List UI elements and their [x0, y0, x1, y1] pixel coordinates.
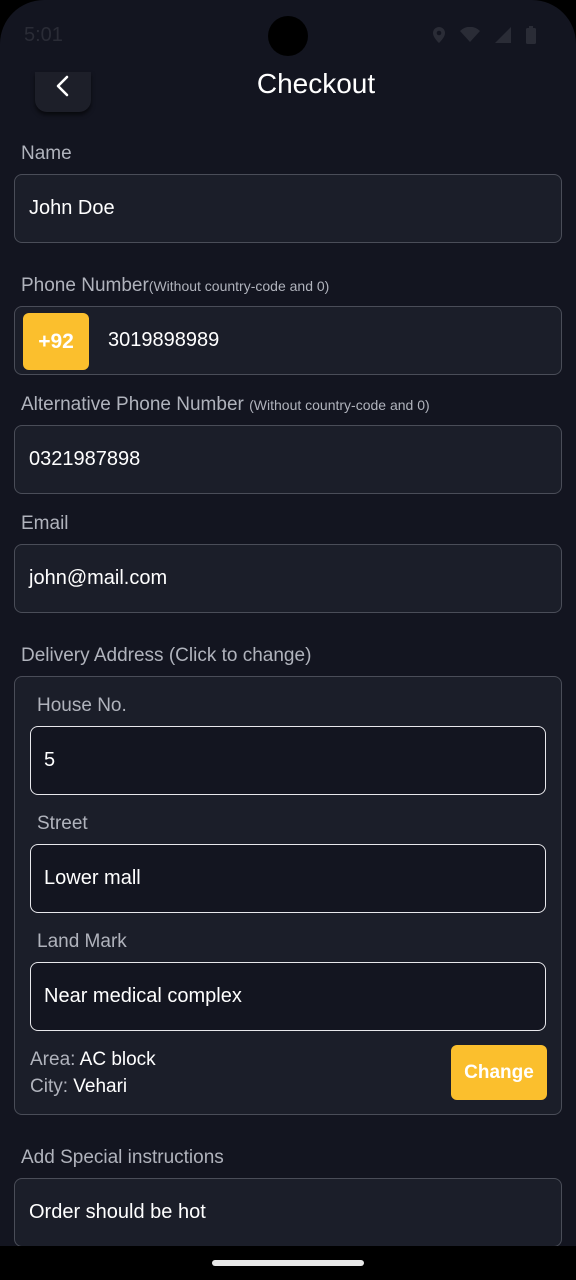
wifi-icon — [460, 27, 480, 42]
alt-phone-value: 0321987898 — [29, 448, 141, 470]
street-value: Lower mall — [44, 867, 141, 889]
instructions-label: Add Special instructions — [21, 1147, 224, 1168]
instructions-value: Order should be hot — [29, 1201, 206, 1223]
battery-icon — [526, 26, 536, 44]
alt-phone-field[interactable]: 0321987898 — [14, 425, 562, 494]
landmark-field[interactable]: Near medical complex — [30, 962, 546, 1031]
area-value: AC block — [79, 1049, 156, 1070]
status-icons — [432, 26, 536, 44]
city-info: City: Vehari — [30, 1076, 127, 1098]
signal-icon — [495, 27, 511, 43]
street-field[interactable]: Lower mall — [30, 844, 546, 913]
landmark-value: Near medical complex — [44, 985, 242, 1007]
delivery-address-label: Delivery Address (Click to change) — [21, 645, 312, 666]
email-value: john@mail.com — [29, 567, 168, 589]
phone-value: 3019898989 — [108, 329, 220, 351]
area-label: Area: — [30, 1049, 76, 1070]
landmark-label: Land Mark — [37, 931, 127, 952]
email-label: Email — [21, 513, 69, 534]
checkout-screen: 5:01 Checkout Name John Doe Phone Number… — [0, 0, 576, 1280]
change-address-button[interactable]: Change — [451, 1045, 547, 1100]
house-label: House No. — [37, 695, 127, 716]
camera-cutout — [268, 16, 308, 56]
alt-phone-label-text: Alternative Phone Number — [21, 394, 244, 415]
house-value: 5 — [44, 749, 56, 771]
delivery-address-card[interactable]: House No. 5 Street Lower mall Land Mark … — [14, 676, 562, 1115]
area-info: Area: AC block — [30, 1049, 156, 1071]
instructions-field[interactable]: Order should be hot — [14, 1178, 562, 1247]
alt-phone-label: Alternative Phone Number (Without countr… — [21, 394, 430, 416]
alt-phone-hint: (Without country-code and 0) — [249, 397, 430, 413]
phone-hint: (Without country-code and 0) — [148, 278, 330, 294]
home-gesture-handle[interactable] — [212, 1260, 364, 1266]
phone-label: Phone Number(Without country-code and 0) — [21, 275, 329, 297]
email-field[interactable]: john@mail.com — [14, 544, 562, 613]
app-header: Checkout — [0, 56, 576, 116]
page-title: Checkout — [256, 68, 376, 99]
country-code-badge: +92 — [23, 313, 89, 370]
city-label: City: — [30, 1076, 68, 1097]
house-field[interactable]: 5 — [30, 726, 546, 795]
name-label: Name — [21, 143, 72, 164]
phone-label-text: Phone Number — [21, 275, 149, 296]
status-time: 5:01 — [24, 24, 63, 46]
navigation-bar — [0, 1246, 576, 1280]
phone-field[interactable]: +92 3019898989 — [14, 306, 562, 375]
name-value: John Doe — [29, 197, 115, 219]
city-value: Vehari — [73, 1076, 128, 1097]
name-field[interactable]: John Doe — [14, 174, 562, 243]
street-label: Street — [37, 813, 88, 834]
location-icon — [433, 27, 445, 43]
